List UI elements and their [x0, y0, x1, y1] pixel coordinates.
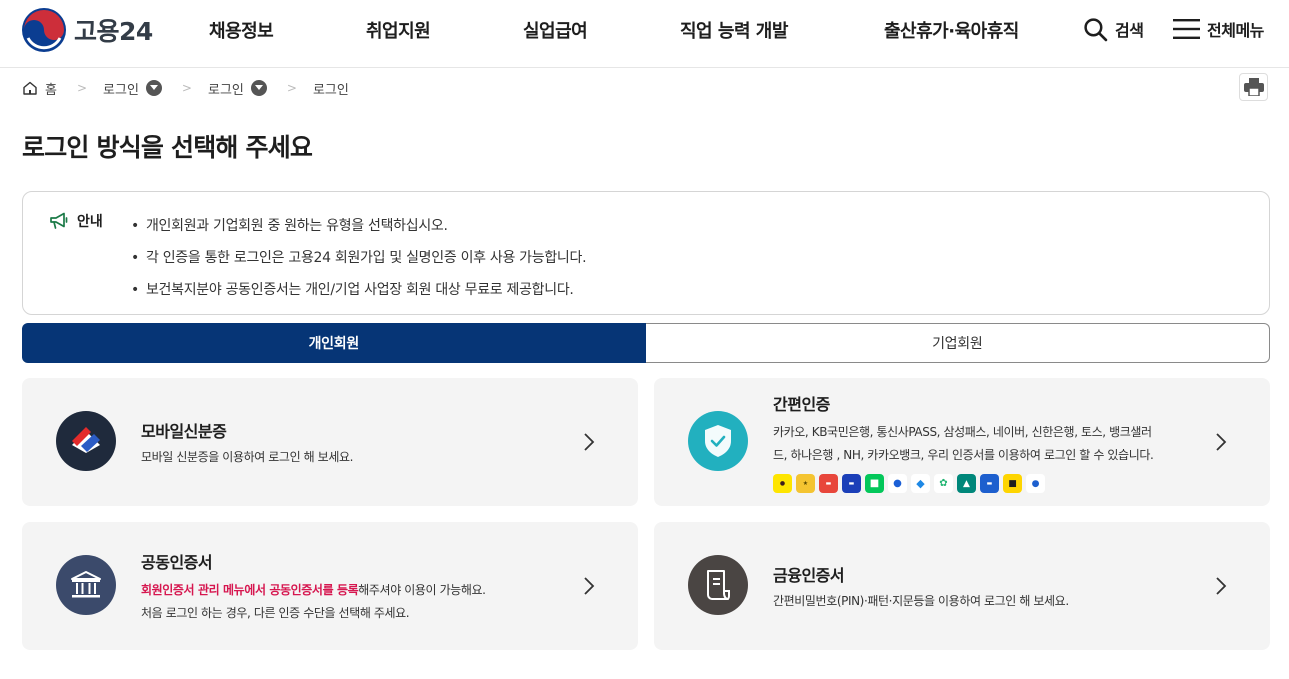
card-description: 회원인증서 관리 메뉴에서 공동인증서를 등록해주셔야 이용이 가능해요. — [141, 579, 486, 602]
nav-item-parental-leave[interactable]: 출산휴가·육아휴직 — [884, 17, 1019, 43]
hamburger-menu-icon — [1173, 19, 1200, 39]
all-menu-button[interactable]: 전체메뉴 — [1173, 14, 1264, 44]
nav-item-skill-development[interactable]: 직업 능력 개발 — [680, 17, 788, 43]
chevron-right-icon: > — [76, 81, 88, 95]
all-menu-label: 전체메뉴 — [1207, 21, 1264, 40]
search-label: 검색 — [1115, 21, 1144, 40]
shinhan-bank-icon: ● — [888, 474, 907, 493]
hana-bank-icon: ▲ — [957, 474, 976, 493]
nav-item-unemployment-benefit[interactable]: 실업급여 — [523, 17, 588, 43]
notice-title: 안내 — [77, 214, 103, 230]
card-body: 공동인증서 회원인증서 관리 메뉴에서 공동인증서를 등록해주셔야 이용이 가능… — [141, 549, 486, 625]
chevron-right-icon — [584, 577, 595, 595]
breadcrumb-label: 로그인 — [312, 82, 349, 98]
auth-provider-icons: ● ★ ▬ ▬ ■ ● ◆ ✿ ▲ ▬ ■ ● — [773, 474, 1153, 493]
card-description: 모바일 신분증을 이용하여 로그인 해 보세요. — [141, 450, 354, 464]
breadcrumb: 홈 > 로그인 > 로그인 > 로그인 — [22, 78, 349, 98]
card-title: 간편인증 — [773, 395, 830, 414]
notice-item: 각 인증을 통한 로그인은 고용24 회원가입 및 실명인증 이후 사용 가능합… — [131, 242, 587, 274]
banksalad-icon: ✿ — [934, 474, 953, 493]
chevron-right-icon: > — [286, 81, 297, 95]
taegeuk-logo-icon — [22, 8, 66, 52]
nav-item-employment-support[interactable]: 취업지원 — [366, 17, 431, 43]
search-button[interactable]: 검색 — [1083, 14, 1144, 44]
mobile-id-login-card[interactable]: 모바일신분증 모바일 신분증을 이용하여 로그인 해 보세요. — [22, 378, 638, 506]
notice-list: 개인회원과 기업회원 중 원하는 유형을 선택하십시오. 각 인증을 통한 로그… — [131, 210, 587, 306]
toss-icon: ◆ — [911, 474, 930, 493]
chevron-down-icon[interactable] — [145, 80, 162, 96]
card-body: 간편인증 카카오, KB국민은행, 통신사PASS, 삼성패스, 네이버, 신한… — [773, 391, 1154, 493]
card-title: 모바일신분증 — [141, 422, 227, 441]
tab-corporate-member[interactable]: 기업회원 — [645, 323, 1270, 363]
chevron-right-icon — [1216, 433, 1227, 451]
chevron-right-icon — [1216, 577, 1227, 595]
printer-icon — [1243, 78, 1264, 96]
card-description: 카카오, KB국민은행, 통신사PASS, 삼성패스, 네이버, 신한은행, 토… — [773, 425, 1152, 439]
financial-certificate-login-card[interactable]: 금융인증서 간편비밀번호(PIN)·패턴·지문등을 이용하여 로그인 해 보세요… — [654, 522, 1270, 650]
notice-box: 안내 개인회원과 기업회원 중 원하는 유형을 선택하십시오. 각 인증을 통한… — [22, 191, 1270, 315]
breadcrumb-label: 로그인 — [103, 82, 139, 98]
notice-item: 개인회원과 기업회원 중 원하는 유형을 선택하십시오. — [131, 210, 586, 242]
site-header: 고용24 채용정보 취업지원 실업급여 직업 능력 개발 출산휴가·육아휴직 검… — [0, 0, 1289, 68]
card-body: 금융인증서 간편비밀번호(PIN)·패턴·지문등을 이용하여 로그인 해 보세요… — [773, 562, 1069, 613]
woori-bank-icon: ● — [1026, 474, 1045, 493]
search-icon — [1084, 17, 1108, 41]
breadcrumb-item[interactable]: 로그인 — [103, 79, 162, 98]
print-button[interactable] — [1239, 73, 1268, 101]
joint-certificate-login-card[interactable]: 공동인증서 회원인증서 관리 메뉴에서 공동인증서를 등록해주셔야 이용이 가능… — [22, 522, 638, 650]
shield-check-icon — [688, 411, 748, 471]
breadcrumb-current: 로그인 — [313, 79, 349, 98]
kakao-bank-icon: ■ — [1003, 474, 1022, 493]
nh-icon: ▬ — [980, 474, 999, 493]
card-description: 처음 로그인 하는 경우, 다른 인증 수단을 선택해 주세요. — [141, 606, 410, 620]
document-certificate-icon — [688, 555, 748, 615]
breadcrumb-label: 로그인 — [207, 82, 244, 98]
samsung-pass-icon: ▬ — [842, 474, 861, 493]
home-icon — [23, 81, 37, 95]
card-description: 드, 하나은행 , NH, 카카오뱅크, 우리 인증서를 이용하여 로그인 할 … — [773, 448, 1154, 462]
naver-icon: ■ — [865, 474, 884, 493]
chevron-right-icon — [584, 433, 595, 451]
mobile-id-icon — [56, 411, 116, 471]
logo-text: 고용24 — [74, 17, 153, 46]
tab-individual-member[interactable]: 개인회원 — [22, 323, 646, 363]
card-description-rest: 해주셔야 이용이 가능해요. — [358, 583, 486, 597]
card-description: 간편비밀번호(PIN)·패턴·지문등을 이용하여 로그인 해 보세요. — [773, 594, 1069, 608]
kakao-icon: ● — [773, 474, 792, 493]
member-type-tabs: 개인회원 기업회원 — [22, 323, 1270, 363]
nav-item-jobs[interactable]: 채용정보 — [209, 17, 274, 43]
card-title: 금융인증서 — [773, 566, 845, 585]
breadcrumb-home-label: 홈 — [45, 82, 57, 98]
card-title: 공동인증서 — [141, 553, 213, 572]
pass-icon: ▬ — [819, 474, 838, 493]
simple-auth-login-card[interactable]: 간편인증 카카오, KB국민은행, 통신사PASS, 삼성패스, 네이버, 신한… — [654, 378, 1270, 506]
breadcrumb-home[interactable]: 홈 — [22, 79, 57, 98]
chevron-right-icon: > — [181, 81, 192, 95]
chevron-down-icon[interactable] — [250, 80, 267, 96]
notice-item: 보건복지분야 공동인증서는 개인/기업 사업장 회원 대상 무료로 제공합니다. — [131, 274, 586, 306]
register-cert-link[interactable]: 회원인증서 관리 메뉴에서 공동인증서를 등록 — [141, 583, 359, 597]
bank-building-icon — [56, 555, 116, 615]
page-title: 로그인 방식을 선택해 주세요 — [22, 133, 313, 162]
site-logo[interactable]: 고용24 — [22, 8, 153, 52]
notice-header: 안내 — [49, 211, 103, 231]
kb-bank-icon: ★ — [796, 474, 815, 493]
megaphone-icon — [50, 212, 68, 229]
breadcrumb-item[interactable]: 로그인 — [208, 79, 267, 98]
card-body: 모바일신분증 모바일 신분증을 이용하여 로그인 해 보세요. — [141, 418, 353, 469]
